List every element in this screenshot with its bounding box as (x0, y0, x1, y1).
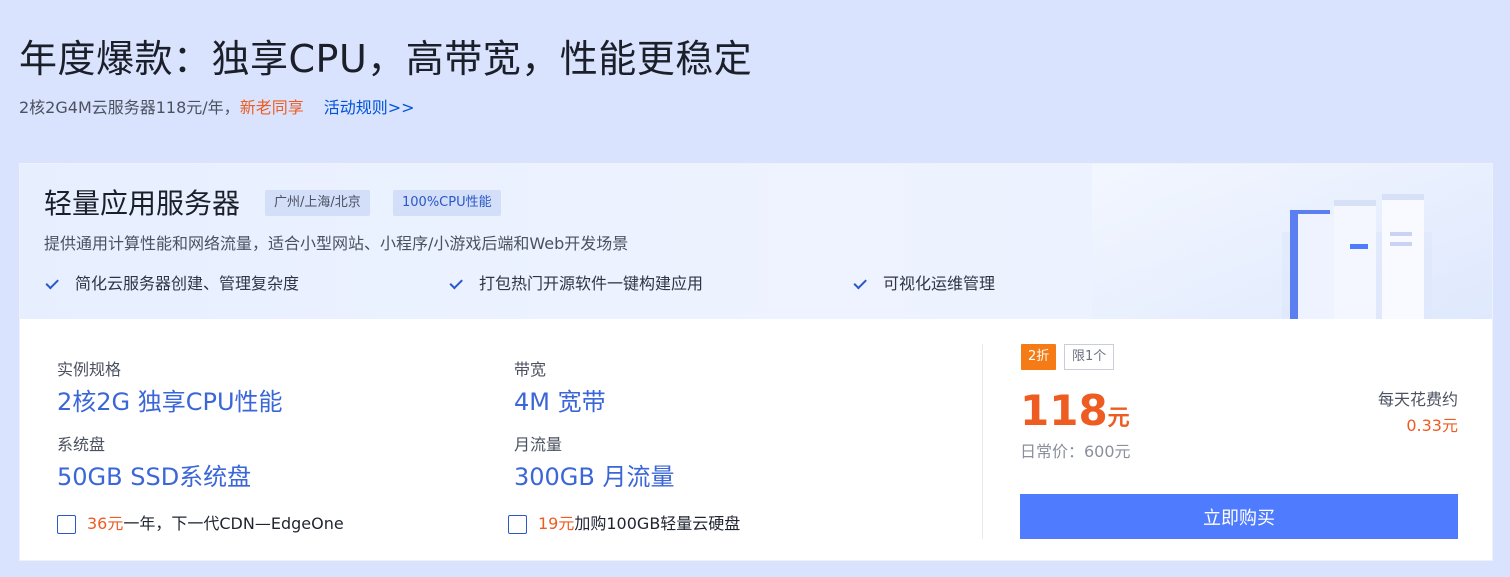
cpu-performance-tag: 100%CPU性能 (393, 190, 501, 216)
sale-price-unit: 元 (1107, 406, 1130, 431)
spec-label-traffic: 月流量 (514, 435, 563, 454)
promo-text: 2核2G4M云服务器118元/年， (19, 98, 240, 117)
check-icon (853, 275, 867, 290)
section-divider (982, 344, 983, 539)
addon-cdn-price: 36元 (87, 514, 124, 533)
addon-disk-text: 加购100GB轻量云硬盘 (574, 514, 741, 533)
addon-disk-option[interactable]: 19元 加购100GB轻量云硬盘 (508, 513, 740, 535)
discount-badge: 2折 (1021, 344, 1057, 370)
addon-cdn-text: 一年，下一代CDN—EdgeOne (123, 514, 344, 533)
addon-cdn-checkbox[interactable] (57, 514, 76, 534)
spec-value-traffic: 300GB 月流量 (514, 463, 675, 491)
check-icon (449, 275, 463, 290)
feature-label: 打包热门开源软件一键构建应用 (479, 274, 704, 293)
page-headline: 年度爆款：独享CPU，高带宽，性能更稳定 (19, 37, 753, 81)
product-description: 提供通用计算性能和网络流量，适合小型网站、小程序/小游戏后端和Web开发场景 (44, 234, 629, 253)
spec-value-bandwidth: 4M 宽带 (514, 388, 606, 416)
feature-item: 可视化运维管理 (853, 273, 996, 295)
product-card: 轻量应用服务器 广州/上海/北京 100%CPU性能 提供通用计算性能和网络流量… (19, 163, 1493, 561)
feature-label: 可视化运维管理 (883, 274, 996, 293)
buy-now-button[interactable]: 立即购买 (1020, 494, 1458, 539)
spec-value-instance: 2核2G 独享CPU性能 (57, 388, 283, 416)
sale-price-number: 118 (1020, 386, 1108, 435)
product-name: 轻量应用服务器 (44, 187, 241, 220)
sale-price: 118元 (1020, 385, 1130, 437)
original-price: 日常价：600元 (1020, 442, 1131, 461)
daily-cost-label: 每天花费约 (1377, 390, 1458, 409)
daily-cost-value: 0.33元 (1406, 416, 1458, 435)
check-icon (45, 275, 59, 290)
spec-label-bandwidth: 带宽 (514, 360, 547, 379)
limit-badge: 限1个 (1064, 344, 1115, 370)
feature-label: 简化云服务器创建、管理复杂度 (75, 274, 300, 293)
product-header: 轻量应用服务器 广州/上海/北京 100%CPU性能 提供通用计算性能和网络流量… (20, 164, 1492, 319)
spec-label-system-disk: 系统盘 (57, 435, 106, 454)
addon-disk-checkbox[interactable] (508, 514, 527, 534)
region-tag: 广州/上海/北京 (265, 190, 370, 216)
promo-highlight: 新老同享 (239, 98, 304, 117)
feature-item: 打包热门开源软件一键构建应用 (449, 273, 704, 295)
spec-value-system-disk: 50GB SSD系统盘 (57, 463, 252, 491)
spec-section: 实例规格 2核2G 独享CPU性能 带宽 4M 宽带 系统盘 50GB SSD系… (20, 319, 980, 562)
promo-subline: 2核2G4M云服务器118元/年，新老同享 活动规则>> (19, 97, 415, 119)
addon-disk-price: 19元 (538, 514, 575, 533)
feature-item: 简化云服务器创建、管理复杂度 (45, 273, 300, 295)
addon-cdn-option[interactable]: 36元 一年，下一代CDN—EdgeOne (57, 513, 344, 535)
activity-rules-link[interactable]: 活动规则>> (324, 98, 415, 117)
purchase-panel: 2折 限1个 118元 日常价：600元 每天花费约 0.33元 立即购买 (1020, 319, 1458, 562)
server-illustration-icon (1282, 194, 1432, 319)
spec-label-instance: 实例规格 (57, 360, 122, 379)
